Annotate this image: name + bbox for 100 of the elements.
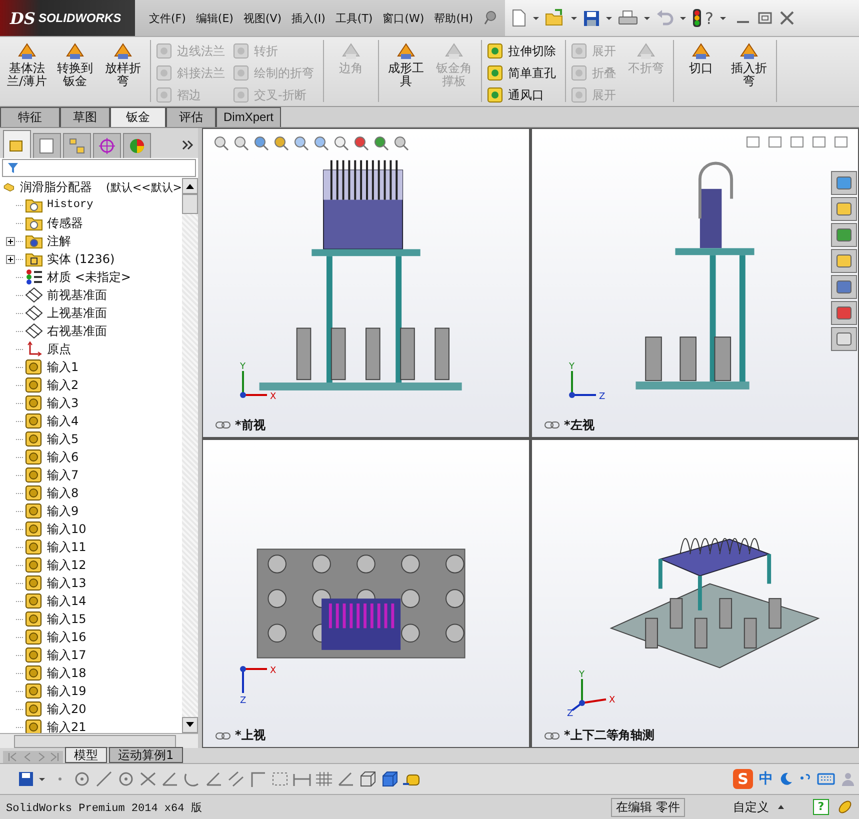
view-tool-icon[interactable] [373,135,389,151]
tree-item[interactable]: 注解 [0,232,182,250]
cube-icon[interactable] [380,770,400,788]
tree-item[interactable]: 输入20 [0,700,182,718]
tree-item[interactable]: 上视基准面 [0,304,182,322]
tree-item[interactable]: 输入19 [0,682,182,700]
menu-item[interactable]: 文件(F) [149,10,186,26]
menu-item[interactable]: 视图(V) [243,10,282,26]
view-tool-icon[interactable] [393,135,409,151]
dotted-rectangle-icon[interactable] [270,770,290,788]
help-button[interactable]: ? [705,8,714,28]
ribbon-tab[interactable]: 草图 [60,107,110,127]
parallel-lines-icon[interactable] [226,770,246,788]
open-folder-icon[interactable] [545,9,566,27]
tree-item[interactable]: 前视基准面 [0,286,182,304]
tree-item[interactable]: 输入6 [0,448,182,466]
angle-icon[interactable] [160,770,180,788]
ribbon-tab[interactable]: 评估 [166,107,216,127]
view-tool-icon[interactable] [253,135,269,151]
ribbon-tab[interactable]: 特征 [0,107,60,127]
panel-tab[interactable] [3,130,31,158]
tree-item[interactable]: 输入13 [0,574,182,592]
tree-item[interactable]: 输入17 [0,646,182,664]
viewport-control-icon[interactable] [746,135,760,149]
tree-item[interactable]: 材质 <未指定> [0,268,182,286]
ribbon-button[interactable]: 基体法兰/薄片 [5,40,49,106]
double-chevron-icon[interactable] [182,140,194,150]
tree-item[interactable]: 原点 [0,340,182,358]
task-pane-tab[interactable] [831,327,857,351]
caret-icon[interactable] [777,804,785,810]
viewport[interactable]: X Z *上视 [203,440,529,747]
close-icon[interactable] [778,11,795,25]
paper-clip-icon[interactable] [837,799,853,815]
filter-field[interactable] [2,159,196,177]
model-tab[interactable]: 模型 [65,747,107,763]
tree-item[interactable]: 输入4 [0,412,182,430]
tree-item[interactable]: 输入3 [0,394,182,412]
menu-item[interactable]: 编辑(E) [196,10,234,26]
tree-item[interactable]: 输入1 [0,358,182,376]
panel-tab[interactable] [123,133,151,158]
panel-tab[interactable] [33,133,61,158]
viewport-control-icon[interactable] [812,135,826,149]
view-tool-icon[interactable] [233,135,249,151]
scroll-thumb[interactable] [14,734,176,748]
tree-item[interactable]: 输入2 [0,376,182,394]
traffic-light-icon[interactable] [692,8,702,28]
new-document-icon[interactable] [511,9,528,27]
tree-item[interactable]: 传感器 [0,214,182,232]
tree-item[interactable]: 右视基准面 [0,322,182,340]
view-tool-icon[interactable] [333,135,349,151]
model-tab[interactable]: 运动算例1 [109,747,183,763]
scroll-up-arrow-icon[interactable] [186,183,194,189]
tree-item[interactable]: 输入5 [0,430,182,448]
input-mode-toggle[interactable]: 中 [759,770,773,788]
printer-icon[interactable] [618,10,638,26]
keyboard-icon[interactable] [817,772,835,786]
view-tool-icon[interactable] [293,135,309,151]
viewport-control-icon[interactable] [834,135,848,149]
tree-item[interactable]: 输入8 [0,484,182,502]
scroll-thumb[interactable] [182,194,198,214]
ribbon-button[interactable]: 拉伸切除 [487,40,560,62]
wireframe-cube-icon[interactable] [358,770,378,788]
viewport[interactable]: Y X *前视 [203,129,529,436]
task-pane-tab[interactable] [831,249,857,273]
ribbon-button[interactable]: 转换到钣金 [53,40,97,106]
save-icon[interactable] [18,771,34,787]
part-name[interactable]: 润滑脂分配器 [20,178,92,196]
task-pane-tab[interactable] [831,223,857,247]
cross-icon[interactable] [138,770,158,788]
angle-icon[interactable] [336,770,356,788]
maximize-icon[interactable] [756,11,773,25]
panel-tab[interactable] [63,133,91,158]
task-pane-tab[interactable] [831,301,857,325]
panel-tab[interactable] [93,133,121,158]
task-pane-tab[interactable] [831,197,857,221]
line-icon[interactable] [94,770,114,788]
save-icon[interactable] [583,10,600,26]
expand-toggle-icon[interactable] [6,236,15,246]
units-selector[interactable]: 自定义 [733,798,769,816]
viewport[interactable]: Y X Z *上下二等角轴测 [532,440,858,747]
ribbon-button[interactable]: 成形工具 [384,40,428,106]
ribbon-button[interactable]: 放样折弯 [101,40,145,106]
menu-item[interactable]: 插入(I) [292,10,326,26]
menu-item[interactable]: 工具(T) [335,10,373,26]
tree-item[interactable]: 输入15 [0,610,182,628]
expand-toggle-icon[interactable] [6,254,15,264]
task-pane-tab[interactable] [831,275,857,299]
tab-navigation-icon[interactable] [3,751,63,763]
menu-item[interactable]: 窗口(W) [382,10,424,26]
menu-item[interactable]: 帮助(H) [434,10,474,26]
view-tool-icon[interactable] [353,135,369,151]
tree-item[interactable]: 输入16 [0,628,182,646]
viewport[interactable]: Y Z *左视 [532,129,858,436]
tree-item[interactable]: 输入7 [0,466,182,484]
ribbon-button[interactable]: 切口 [679,40,723,106]
ribbon-tab[interactable]: 钣金 [110,107,166,127]
ribbon-button[interactable]: 通风口 [487,84,560,106]
ribbon-button[interactable]: 插入折弯 [727,40,771,106]
tree-item[interactable]: 输入12 [0,556,182,574]
view-tool-icon[interactable] [213,135,229,151]
